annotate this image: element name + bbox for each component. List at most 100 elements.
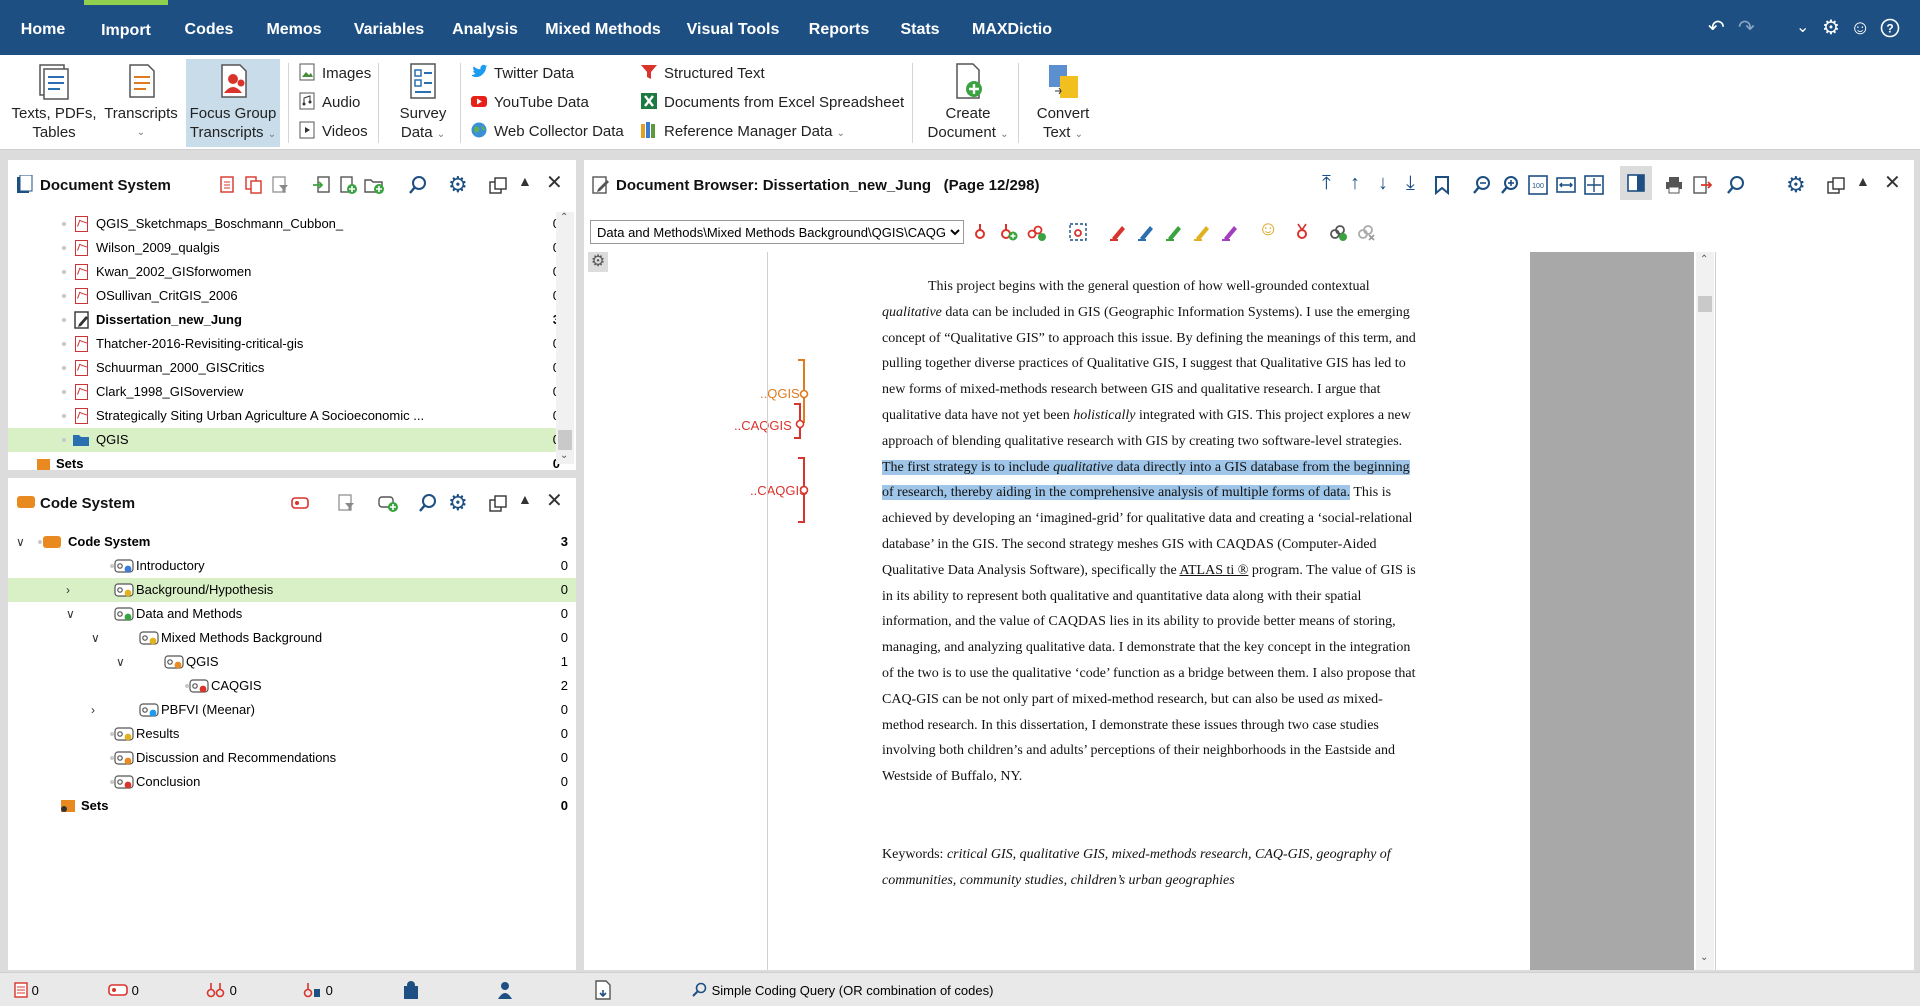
first-page-icon[interactable]: ⤒ bbox=[1322, 172, 1331, 195]
import-excel-button[interactable]: Documents from Excel Spreadsheet bbox=[640, 90, 904, 116]
scroll-up-icon[interactable]: ⌃ bbox=[1700, 254, 1708, 265]
code-row[interactable]: Conclusion 0 bbox=[8, 770, 576, 794]
code-row[interactable]: Introductory 0 bbox=[8, 554, 576, 578]
chevron-down-icon[interactable]: ∨ bbox=[91, 626, 100, 650]
highlight-yellow-icon[interactable] bbox=[1192, 222, 1212, 242]
gear-icon[interactable]: ⚙ bbox=[448, 172, 468, 198]
undock-icon[interactable] bbox=[1826, 176, 1846, 196]
collapse-icon[interactable]: ▲ bbox=[518, 491, 532, 507]
new-document-icon[interactable] bbox=[338, 175, 358, 195]
documents-icon[interactable] bbox=[218, 175, 238, 195]
document-row[interactable]: QGIS_Sketchmaps_Boschmann_Cubbon_0 bbox=[8, 212, 560, 236]
smiley-icon[interactable]: ☺ bbox=[1850, 18, 1870, 38]
scroll-down-icon[interactable]: ⌄ bbox=[1700, 952, 1708, 963]
import-structured-text-button[interactable]: Structured Text bbox=[640, 61, 765, 87]
fit-page-icon[interactable] bbox=[1584, 175, 1604, 195]
code-selection-icon[interactable] bbox=[1068, 222, 1088, 242]
help-icon[interactable]: ? bbox=[1880, 18, 1900, 42]
chevron-right-icon[interactable]: › bbox=[91, 698, 95, 722]
import-web-collector-button[interactable]: Web Collector Data bbox=[470, 119, 624, 145]
bookmark-icon[interactable] bbox=[1432, 175, 1452, 195]
close-icon[interactable]: ✕ bbox=[1884, 170, 1901, 195]
document-row[interactable]: Strategically Siting Urban Agriculture A… bbox=[8, 404, 560, 428]
document-tree-scrollbar[interactable]: ⌃ ⌄ bbox=[556, 212, 574, 464]
filter-codes-icon[interactable] bbox=[336, 493, 356, 513]
new-folder-icon[interactable] bbox=[364, 175, 384, 195]
status-codes[interactable]: 0 bbox=[108, 981, 139, 1001]
document-row[interactable]: Schuurman_2000_GISCritics0 bbox=[8, 356, 560, 380]
tab-import[interactable]: Import bbox=[84, 0, 168, 55]
code-icon[interactable] bbox=[970, 222, 990, 242]
status-segments[interactable]: 0 bbox=[206, 981, 237, 1001]
close-icon[interactable]: ✕ bbox=[546, 488, 563, 513]
tab-analysis[interactable]: Analysis bbox=[446, 0, 524, 55]
status-documents[interactable]: 0 bbox=[14, 981, 39, 1001]
code-new-icon[interactable] bbox=[998, 222, 1018, 242]
code-row[interactable]: Discussion and Recommendations 0 bbox=[8, 746, 576, 770]
tab-home[interactable]: Home bbox=[10, 0, 76, 55]
import-texts-button[interactable]: Texts, PDFs, Tables bbox=[8, 59, 100, 147]
zoom-out-icon[interactable] bbox=[1472, 175, 1492, 195]
zoom-100-icon[interactable]: 100 bbox=[1528, 175, 1548, 195]
new-code-icon[interactable] bbox=[378, 493, 398, 513]
print-icon[interactable] bbox=[1664, 175, 1684, 195]
tab-variables[interactable]: Variables bbox=[346, 0, 432, 55]
link-add-icon[interactable] bbox=[1328, 222, 1348, 242]
selected-text[interactable]: The first strategy is to include qualita… bbox=[882, 459, 1410, 501]
chevron-down-icon[interactable]: ∨ bbox=[16, 530, 25, 554]
document-row[interactable]: QGIS0 bbox=[8, 428, 560, 452]
collapse-icon[interactable]: ▲ bbox=[1856, 173, 1870, 189]
margin-code-caqgis[interactable]: ..CAQGIS bbox=[734, 418, 792, 433]
undo-icon[interactable]: ↶ bbox=[1708, 18, 1725, 38]
tab-memos[interactable]: Memos bbox=[256, 0, 332, 55]
code-row[interactable]: › PBFVI (Meenar) 0 bbox=[8, 698, 576, 722]
zoom-in-icon[interactable] bbox=[1500, 175, 1520, 195]
gear-icon[interactable]: ⚙ bbox=[1822, 18, 1840, 38]
user-icon[interactable] bbox=[496, 980, 514, 1000]
convert-text-button[interactable]: Convert Text ⌄ bbox=[1026, 59, 1100, 147]
tab-mixed-methods[interactable]: Mixed Methods bbox=[540, 0, 666, 55]
import-focus-group-button[interactable]: Focus Group Transcripts ⌄ bbox=[186, 59, 280, 147]
copy-documents-icon[interactable] bbox=[244, 175, 264, 195]
status-query[interactable]: Simple Coding Query (OR combination of c… bbox=[692, 981, 993, 1001]
previous-page-icon[interactable]: ↑ bbox=[1350, 172, 1360, 195]
document-text[interactable]: This project begins with the general que… bbox=[882, 274, 1422, 894]
code-favorite-icon[interactable] bbox=[1292, 222, 1312, 242]
tab-maxdictio[interactable]: MAXDictio bbox=[962, 0, 1062, 55]
highlight-blue-icon[interactable] bbox=[1136, 222, 1156, 242]
emoticon-icon[interactable]: ☺ bbox=[1258, 218, 1278, 241]
scroll-down-icon[interactable]: ⌄ bbox=[560, 450, 568, 461]
code-row[interactable]: ∨ Mixed Methods Background 0 bbox=[8, 626, 576, 650]
last-page-icon[interactable]: ⤓ bbox=[1406, 172, 1415, 195]
import-videos-button[interactable]: Videos bbox=[298, 119, 368, 145]
document-row[interactable]: Thatcher-2016-Revisiting-critical-gis0 bbox=[8, 332, 560, 356]
next-page-icon[interactable]: ↓ bbox=[1378, 172, 1388, 195]
scrollbar-thumb[interactable] bbox=[558, 430, 572, 450]
document-export-icon[interactable] bbox=[594, 980, 612, 1000]
document-row[interactable]: Kwan_2002_GISforwomen0 bbox=[8, 260, 560, 284]
gear-icon[interactable]: ⚙ bbox=[1786, 172, 1806, 198]
create-document-button[interactable]: Create Document ⌄ bbox=[922, 59, 1014, 147]
code-row[interactable]: CAQGIS 2 bbox=[8, 674, 576, 698]
import-twitter-button[interactable]: Twitter Data bbox=[470, 61, 574, 87]
tab-reports[interactable]: Reports bbox=[800, 0, 878, 55]
scroll-up-icon[interactable]: ⌃ bbox=[560, 212, 568, 223]
collapse-icon[interactable]: ▲ bbox=[518, 173, 532, 189]
tab-visual-tools[interactable]: Visual Tools bbox=[682, 0, 784, 55]
document-row[interactable]: Wilson_2009_qualgis0 bbox=[8, 236, 560, 260]
highlight-red-icon[interactable] bbox=[1108, 222, 1128, 242]
import-reference-manager-button[interactable]: Reference Manager Data ⌄ bbox=[640, 119, 845, 145]
highlight-purple-icon[interactable] bbox=[1220, 222, 1240, 242]
document-row[interactable]: Clark_1998_GISoverview0 bbox=[8, 380, 560, 404]
import-images-button[interactable]: Images bbox=[298, 61, 371, 87]
scrollbar-thumb[interactable] bbox=[1698, 296, 1712, 312]
search-icon[interactable] bbox=[408, 175, 428, 195]
filter-document-icon[interactable] bbox=[270, 175, 290, 195]
code-row[interactable]: ∨ Data and Methods 0 bbox=[8, 602, 576, 626]
import-youtube-button[interactable]: YouTube Data bbox=[470, 90, 589, 116]
export-icon[interactable] bbox=[1692, 175, 1712, 195]
import-arrow-icon[interactable] bbox=[312, 175, 332, 195]
code-row[interactable]: ∨ Code System 3 bbox=[8, 530, 576, 554]
undock-icon[interactable] bbox=[488, 494, 508, 514]
tab-stats[interactable]: Stats bbox=[894, 0, 946, 55]
